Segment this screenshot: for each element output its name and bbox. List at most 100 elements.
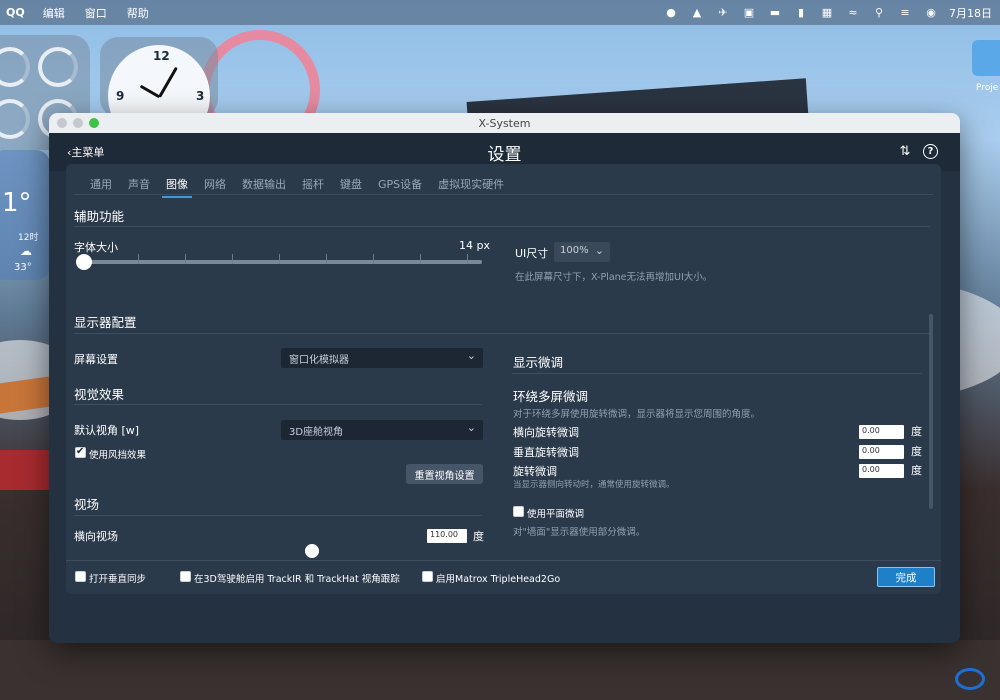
display-finetune-title: 显示微调 <box>513 355 564 370</box>
menu-item-help[interactable]: 帮助 <box>127 5 149 21</box>
default-view-select[interactable]: 3D座舱视角 ⌄ <box>281 420 483 440</box>
horizontal-rotation-label: 横向旋转微调 <box>513 426 579 439</box>
clock-widget[interactable]: 12 3 6 9 <box>100 37 218 147</box>
matrox-checkbox[interactable] <box>422 571 433 582</box>
folder-icon[interactable] <box>972 40 1000 76</box>
menu-bar-status: ● ▲ ✈ ▣ ▬ ▮ ▦ ≈ ⚲ ≡ ◉ 7月18日 <box>663 0 992 25</box>
slider-tick <box>279 254 280 264</box>
menu-app-name[interactable]: QQ <box>6 6 25 19</box>
divider <box>512 373 922 374</box>
zoom-button[interactable] <box>89 118 99 128</box>
slider-tick <box>185 254 186 264</box>
rotation-note: 当显示器侧向转动时，通常使用旋转微调。 <box>513 480 675 490</box>
weather-widget[interactable]: 1° 12时 ☁ 33° <box>0 150 50 280</box>
screen-settings-value: 窗口化模拟器 <box>289 355 349 366</box>
cat-icon[interactable]: ▲ <box>689 6 705 20</box>
font-size-slider-handle[interactable] <box>76 254 92 270</box>
menu-item-edit[interactable]: 编辑 <box>43 5 65 21</box>
battery-ring <box>0 47 30 87</box>
vertical-rotation-label: 垂直旋转微调 <box>513 446 579 459</box>
keyboard-icon[interactable]: ▦ <box>819 6 835 20</box>
back-label: 主菜单 <box>71 146 105 159</box>
cloud-icon: ☁ <box>20 244 32 258</box>
ui-scale-select[interactable]: 100% ⌄ <box>554 242 610 262</box>
weather-temperature: 1° <box>2 188 32 218</box>
windshield-checkbox[interactable] <box>75 446 86 458</box>
matrox-label: 启用Matrox TripleHead2Go <box>436 574 561 585</box>
chevron-down-icon: ⌄ <box>466 349 476 362</box>
slider-tick <box>467 254 468 264</box>
page-title: 设置 <box>487 144 522 165</box>
bed-icon[interactable]: ▬ <box>767 6 783 20</box>
divider <box>74 515 482 516</box>
sliders-icon[interactable]: ⇅ <box>897 143 913 159</box>
ui-scale-label: UI尺寸 <box>515 247 549 260</box>
rotation-value: 0.00 <box>862 465 880 474</box>
vsync-checkbox[interactable] <box>75 571 86 582</box>
battery-icon[interactable]: ▮ <box>793 6 809 20</box>
monitor-config-title: 显示器配置 <box>74 315 137 330</box>
slider-tick <box>326 254 327 264</box>
flat-finetune-note: 对"墙面"显示器使用部分微调。 <box>513 527 646 538</box>
surround-note: 对于环绕多屏使用旋转微调，显示器将显示您周围的角度。 <box>513 409 761 420</box>
flat-finetune-checkbox[interactable] <box>513 506 524 517</box>
surround-finetune-title: 环绕多屏微调 <box>513 389 589 404</box>
planet-logo-icon <box>955 668 985 690</box>
rotation-label: 旋转微调 <box>513 465 557 478</box>
divider <box>74 404 482 405</box>
default-view-label: 默认视角 [w] <box>74 424 140 437</box>
screen-settings-select[interactable]: 窗口化模拟器 ⌄ <box>281 348 483 368</box>
wallpaper-ground <box>0 640 1000 700</box>
panel-scrollbar[interactable] <box>929 314 933 509</box>
desktop-folder-label[interactable]: Proje <box>976 83 998 93</box>
back-button[interactable]: ‹主菜单 <box>67 144 104 160</box>
clock-hour-hand <box>139 84 161 99</box>
horizontal-rotation-unit: 度 <box>911 425 922 438</box>
wallpaper-stripe <box>0 450 50 490</box>
header-actions: ⇅ ? <box>897 143 938 159</box>
window-title: X-System <box>478 116 531 130</box>
tab-divider <box>74 194 933 195</box>
done-button[interactable]: 完成 <box>877 567 935 587</box>
xplane-icon[interactable]: ✈ <box>715 6 731 20</box>
accessibility-title: 辅助功能 <box>74 209 125 224</box>
slider-tick <box>232 254 233 264</box>
menu-item-window[interactable]: 窗口 <box>85 5 107 21</box>
font-size-label: 字体大小 <box>74 241 118 254</box>
font-size-slider[interactable] <box>82 260 482 264</box>
font-size-value: 14 px <box>459 239 490 252</box>
ui-scale-value: 100% <box>560 245 589 256</box>
settings-panel: 通用 声音 图像 网络 数据输出 摇杆 键盘 GPS设备 虚拟现实硬件 辅助功能… <box>66 164 941 594</box>
xsystem-window: X-System ‹主菜单 设置 ⇅ ? 通用 声音 图像 网络 数据输出 摇杆… <box>49 113 960 643</box>
menu-bar: QQ 编辑 窗口 帮助 ● ▲ ✈ ▣ ▬ ▮ ▦ ≈ ⚲ ≡ ◉ 7月18日 <box>0 0 1000 25</box>
weather-hour: 12时 <box>18 233 39 243</box>
horizontal-rotation-input[interactable]: 0.00 <box>859 425 904 439</box>
qq-icon[interactable]: ● <box>663 6 679 20</box>
menu-date[interactable]: 7月18日 <box>949 5 992 21</box>
chevron-down-icon: ⌄ <box>594 244 604 257</box>
slider-tick <box>373 254 374 264</box>
horizontal-fov-input[interactable]: 110.00 <box>427 529 467 543</box>
window-controls <box>57 118 99 128</box>
control-center-icon[interactable]: ≡ <box>897 6 913 20</box>
minimize-button[interactable] <box>73 118 83 128</box>
search-icon[interactable]: ⚲ <box>871 6 887 20</box>
windshield-label: 使用风挡效果 <box>89 450 147 461</box>
slider-tick <box>420 254 421 264</box>
rotation-input[interactable]: 0.00 <box>859 464 904 478</box>
wifi-icon[interactable]: ≈ <box>845 6 861 20</box>
done-label: 完成 <box>895 571 917 584</box>
reset-view-button[interactable]: 重置视角设置 <box>406 464 483 484</box>
help-icon[interactable]: ? <box>923 143 938 159</box>
gamepad-icon[interactable]: ▣ <box>741 6 757 20</box>
close-button[interactable] <box>57 118 67 128</box>
siri-icon[interactable]: ◉ <box>923 6 939 20</box>
fov-slider-handle[interactable] <box>305 544 319 558</box>
battery-ring <box>0 99 30 139</box>
trackir-checkbox[interactable] <box>180 571 191 582</box>
vertical-rotation-value: 0.00 <box>862 446 880 455</box>
vertical-rotation-input[interactable]: 0.00 <box>859 445 904 459</box>
window-titlebar[interactable]: X-System <box>49 113 960 133</box>
clock-number-12: 12 <box>153 49 170 63</box>
trackir-label: 在3D驾驶舱启用 TrackIR 和 TrackHat 视角跟踪 <box>194 574 400 585</box>
